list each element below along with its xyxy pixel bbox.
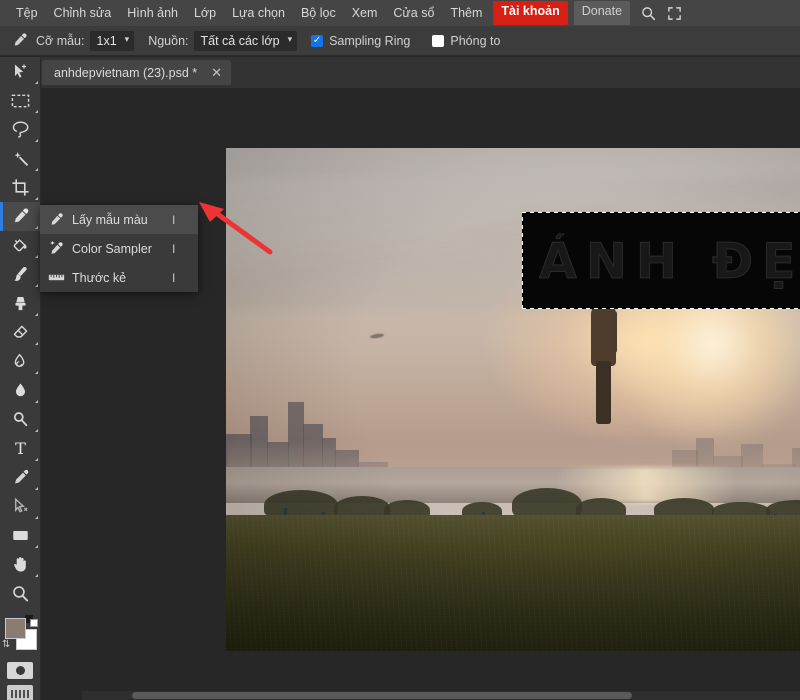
flyout-item-eyedropper[interactable]: Lấy mẫu màu I [40,205,198,234]
marquee-tool[interactable] [0,86,40,115]
flyout-item-ruler[interactable]: Thước kẻ I [40,263,198,292]
horizontal-scrollbar[interactable] [82,691,800,700]
document-tab[interactable]: anhdepvietnam (23).psd * ✕ [42,60,232,85]
chevron-down-icon: ▾ [124,34,130,44]
canvas-area[interactable]: ẢNH ĐẸP VIỆT NAM [41,88,800,700]
menu-window[interactable]: Cửa sổ [385,0,442,26]
color-swatches[interactable]: ⇅ [0,614,40,656]
flyout-item-color-sampler-label: Color Sampler [72,241,152,256]
source-select[interactable]: Tất cả các lớp ▾ [193,30,298,51]
flyout-item-eyedropper-shortcut: I [172,212,176,227]
marching-ants-border [522,212,800,309]
pen-tool[interactable] [0,463,40,492]
chevron-down-icon: ▾ [287,34,293,44]
menu-image[interactable]: Hình ảnh [119,0,186,26]
source-label: Nguồn: [148,33,189,48]
scrollbar-thumb[interactable] [132,692,632,699]
type-tool[interactable]: T [0,434,40,463]
magic-wand-tool[interactable] [0,144,40,173]
dodge-tool[interactable] [0,405,40,434]
swap-colors-icon[interactable]: ⇅ [2,640,10,650]
search-icon[interactable] [637,0,659,26]
sample-size-label: Cỡ mẫu: [36,33,85,48]
menu-account[interactable]: Tài khoản [493,1,568,25]
menu-view[interactable]: Xem [344,0,386,26]
menu-more[interactable]: Thêm [442,0,490,26]
crop-tool[interactable] [0,173,40,202]
eraser-tool[interactable] [0,318,40,347]
move-tool[interactable] [0,57,40,86]
color-sampler-icon [40,234,72,263]
menu-file[interactable]: Tệp [8,0,46,26]
sample-size-select[interactable]: 1x1 ▾ [89,30,135,51]
document-tab-bar: anhdepvietnam (23).psd * ✕ [0,57,800,89]
lasso-tool[interactable] [0,115,40,144]
close-icon[interactable]: ✕ [211,66,222,79]
flyout-item-ruler-label: Thước kẻ [72,270,127,285]
photo-grass-field [226,515,800,651]
checkbox-box: ✓ [311,34,324,47]
zoom-tool[interactable] [0,579,40,608]
checkbox-zoom-label: Phóng to [450,33,501,48]
gradient-tool[interactable] [0,347,40,376]
source-value: Tất cả các lớp [200,33,280,48]
eyedropper-flyout-menu[interactable]: Lấy mẫu màu I Color Sampler I Thước kẻ I [40,205,198,292]
foreground-color-swatch[interactable] [5,618,26,639]
svg-text:T: T [15,439,26,458]
checkbox-sampling-ring[interactable]: ✓ Sampling Ring [311,34,410,48]
default-colors-white[interactable] [30,619,38,627]
paint-bucket-tool[interactable] [0,231,40,260]
menu-donate[interactable]: Donate [573,1,631,25]
shape-tool[interactable] [0,521,40,550]
checkbox-zoom[interactable]: Phóng to [432,34,500,48]
quick-mask-icon[interactable] [7,662,33,679]
hand-tool[interactable] [0,550,40,579]
eyedropper-icon [40,205,72,234]
menu-select[interactable]: Lựa chọn [224,0,293,26]
menu-edit[interactable]: Chỉnh sửa [46,0,120,26]
document-tab-title: anhdepvietnam (23).psd * [54,65,198,80]
flyout-item-ruler-shortcut: I [172,270,176,285]
ruler-icon [40,263,72,292]
brush-tool[interactable] [0,260,40,289]
clone-stamp-tool[interactable] [0,289,40,318]
menu-bar: Tệp Chỉnh sửa Hình ảnh Lớp Lựa chọn Bộ l… [0,0,800,26]
flyout-item-eyedropper-label: Lấy mẫu màu [72,212,148,227]
options-bar: Cỡ mẫu: 1x1 ▾ Nguồn: Tất cả các lớp ▾ ✓ … [0,26,800,56]
menu-layer[interactable]: Lớp [186,0,224,26]
flyout-item-color-sampler-shortcut: I [172,241,176,256]
checkbox-sampling-ring-label: Sampling Ring [329,33,411,48]
fullscreen-icon[interactable] [663,0,685,26]
menu-filter[interactable]: Bộ lọc [293,0,344,26]
photo-person-silhouette [589,288,619,424]
eyedropper-icon [8,30,30,52]
blur-tool[interactable] [0,376,40,405]
screen-mode-icon[interactable] [7,685,33,700]
path-select-tool[interactable] [0,492,40,521]
tools-panel: T ⇅ [0,57,41,700]
checkbox-box [432,34,445,47]
document-photo[interactable]: ẢNH ĐẸP VIỆT NAM [226,148,800,651]
selection-marquee[interactable]: ẢNH ĐẸP VIỆT NAM [522,212,800,309]
photoshop-window: Tệp Chỉnh sửa Hình ảnh Lớp Lựa chọn Bộ l… [0,0,800,700]
sample-size-value: 1x1 [96,33,117,48]
flyout-item-color-sampler[interactable]: Color Sampler I [40,234,198,263]
eyedropper-tool[interactable] [0,202,40,231]
